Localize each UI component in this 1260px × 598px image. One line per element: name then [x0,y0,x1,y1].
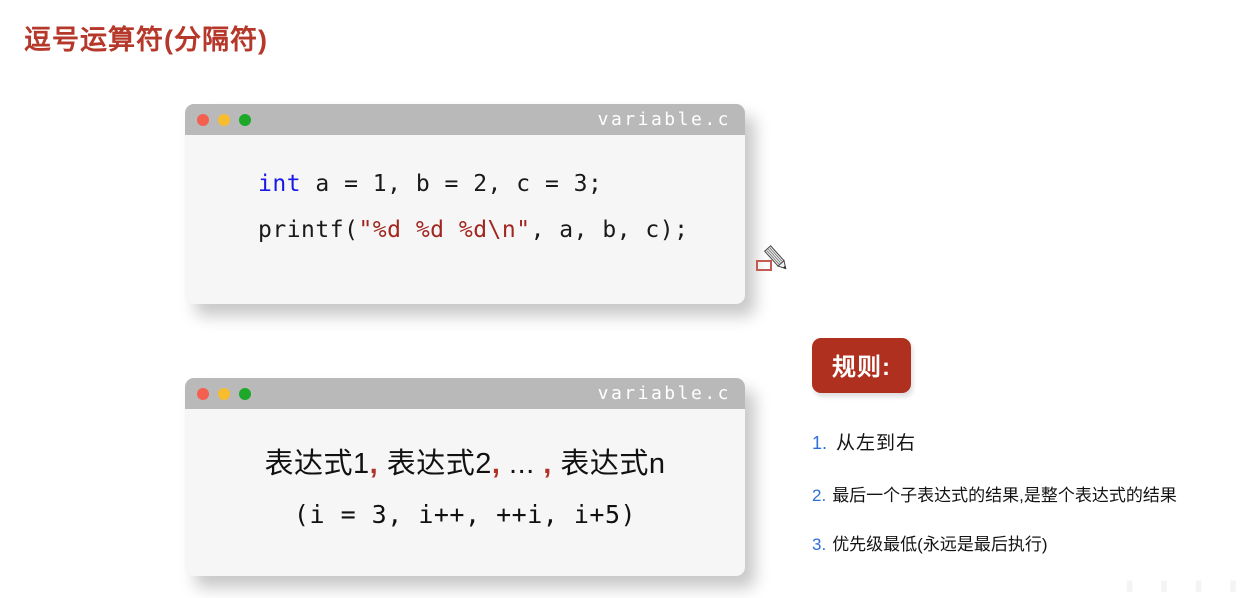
declaration-rest: a = 1, b = 2, c = 3; [301,171,603,197]
window-1-titlebar: variable.c [185,104,745,135]
window-2-code-body: 表达式1, 表达式2, ... , 表达式n (i = 3, i++, ++i,… [185,409,745,541]
rule-number-1: 1. [812,433,828,453]
page-title: 逗号运算符(分隔符) [24,25,268,55]
format-string: "%d %d %d\n" [358,217,531,243]
separator-comma-3: , [534,448,552,480]
printf-call-args: , a, b, c); [530,217,689,243]
rule-item-3: 3. 优先级最低(永远是最后执行) [812,533,1252,557]
keyword-int: int [258,171,302,197]
rule-text-2: 最后一个子表达式的结果,是整个表达式的结果 [832,485,1177,505]
maximize-dot[interactable] [239,113,251,126]
minimize-dot[interactable] [218,113,230,126]
window-1-traffic-lights [197,113,251,126]
close-dot[interactable] [197,113,209,126]
pencil-cursor-icon [756,240,796,278]
minimize-dot[interactable] [218,387,230,400]
comma-expression-template: 表达式1, 表达式2, ... , 表达式n [185,439,745,489]
code-window-2: variable.c 表达式1, 表达式2, ... , 表达式n (i = 3… [185,378,745,576]
maximize-dot[interactable] [239,387,251,400]
window-1-code-body: int a = 1, b = 2, c = 3; printf("%d %d %… [185,135,745,253]
rule-text-3: 优先级最低(永远是最后执行) [832,535,1048,555]
expression-ellipsis: ... [500,448,535,480]
rule-text-1: 从左到右 [836,433,917,454]
rule-number-2: 2. [812,485,827,505]
watermark: ▮ ▮ ▮ ▮ [1125,577,1248,594]
close-dot[interactable] [197,387,209,400]
comma-expression-example: (i = 3, i++, ++i, i+5) [293,500,637,529]
rule-item-1: 1. 从左到右 [812,431,1252,458]
rules-panel: 规则: 1. 从左到右 2. 最后一个子表达式的结果,是整个表达式的结果 3. … [812,338,1252,557]
rules-badge: 规则: [812,338,911,393]
window-2-traffic-lights [197,387,251,400]
expression-part-n: 表达式n [551,448,666,480]
window-2-filename: variable.c [597,382,731,404]
code-line-declaration: int a = 1, b = 2, c = 3; [185,161,745,207]
window-1-filename: variable.c [597,108,731,130]
printf-call-open: printf( [258,217,359,243]
window-2-titlebar: variable.c [185,378,745,409]
expression-part-2: 表达式2 [378,448,492,480]
separator-comma-1: , [369,448,379,480]
rule-item-2: 2. 最后一个子表达式的结果,是整个表达式的结果 [812,484,1252,508]
code-window-1: variable.c int a = 1, b = 2, c = 3; prin… [185,104,745,304]
rule-number-3: 3. [812,535,827,555]
expression-part-1: 表达式1 [264,448,370,480]
code-line-printf: printf("%d %d %d\n", a, b, c); [185,207,745,253]
